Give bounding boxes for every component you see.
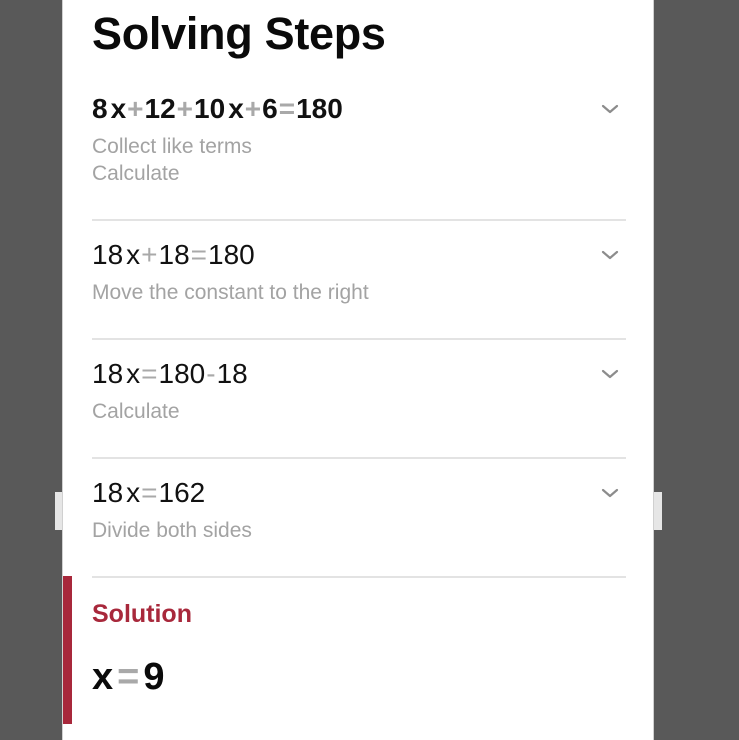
solution-label: Solution — [92, 600, 192, 628]
step-equation: 18 x+18=180 — [92, 238, 626, 272]
equation-variable: x — [228, 93, 244, 124]
equation-number: 18 — [216, 358, 248, 389]
step-equation: 8 x+12+10 x+6=180 — [92, 92, 626, 126]
equation-operator: + — [127, 93, 144, 124]
equation-number: 18 — [92, 477, 124, 508]
equation-number: 10 — [194, 93, 226, 124]
step-item[interactable]: 18 x=162 Divide both sides — [92, 476, 626, 578]
solution-value: 9 — [143, 656, 165, 698]
solution-section: Solution x = 9 — [63, 576, 653, 724]
step-item[interactable]: 18 x+18=180 Move the constant to the right — [92, 238, 626, 340]
equation-variable: x — [110, 93, 127, 124]
step-item[interactable]: 8 x+12+10 x+6=180 Collect like terms Calcula… — [92, 92, 626, 221]
equation-operator: = — [141, 477, 158, 508]
equation-variable: x — [126, 477, 141, 508]
equation-operator: + — [141, 239, 158, 270]
step-description: Divide both sides — [92, 519, 252, 542]
equation-number: 162 — [158, 477, 206, 508]
equation-operator: + — [176, 93, 194, 124]
equation-operator: = — [190, 239, 208, 270]
step-equation: 18 x=180-18 — [92, 357, 626, 391]
step-description: Collect like terms — [92, 135, 252, 158]
equation-variable: x — [126, 239, 141, 270]
equation-number: 8 — [92, 93, 108, 124]
equation-number: 180 — [158, 358, 206, 389]
equation-operator: + — [244, 93, 262, 124]
equation-number: 6 — [262, 93, 278, 124]
equation-operator: = — [278, 93, 296, 124]
chevron-down-icon[interactable] — [600, 248, 620, 262]
equation-variable: x — [126, 358, 141, 389]
chevron-down-icon[interactable] — [600, 367, 620, 381]
step-description: Calculate — [92, 400, 180, 423]
right-edge-handle[interactable] — [654, 492, 662, 530]
solution-variable: x — [92, 656, 114, 698]
equation-number: 180 — [296, 93, 343, 124]
solving-steps-panel: Solving Steps 8 x+12+10 x+6=180 Collect lik… — [62, 0, 654, 740]
equation-number: 18 — [158, 239, 190, 270]
step-description: Move the constant to the right — [92, 281, 369, 304]
chevron-down-icon[interactable] — [600, 102, 620, 116]
equation-operator: = — [141, 358, 158, 389]
step-description: Calculate — [92, 162, 180, 185]
page-title: Solving Steps — [92, 8, 386, 59]
solution-accent-bar — [63, 576, 72, 724]
chevron-down-icon[interactable] — [600, 486, 620, 500]
solution-equals: = — [117, 656, 140, 698]
equation-operator: - — [206, 358, 216, 389]
equation-number: 18 — [92, 358, 124, 389]
step-item[interactable]: 18 x=180-18 Calculate — [92, 357, 626, 459]
equation-number: 18 — [92, 239, 124, 270]
equation-number: 12 — [144, 93, 176, 124]
equation-number: 180 — [208, 239, 255, 270]
solution-equation: x = 9 — [92, 656, 164, 699]
step-equation: 18 x=162 — [92, 476, 626, 510]
